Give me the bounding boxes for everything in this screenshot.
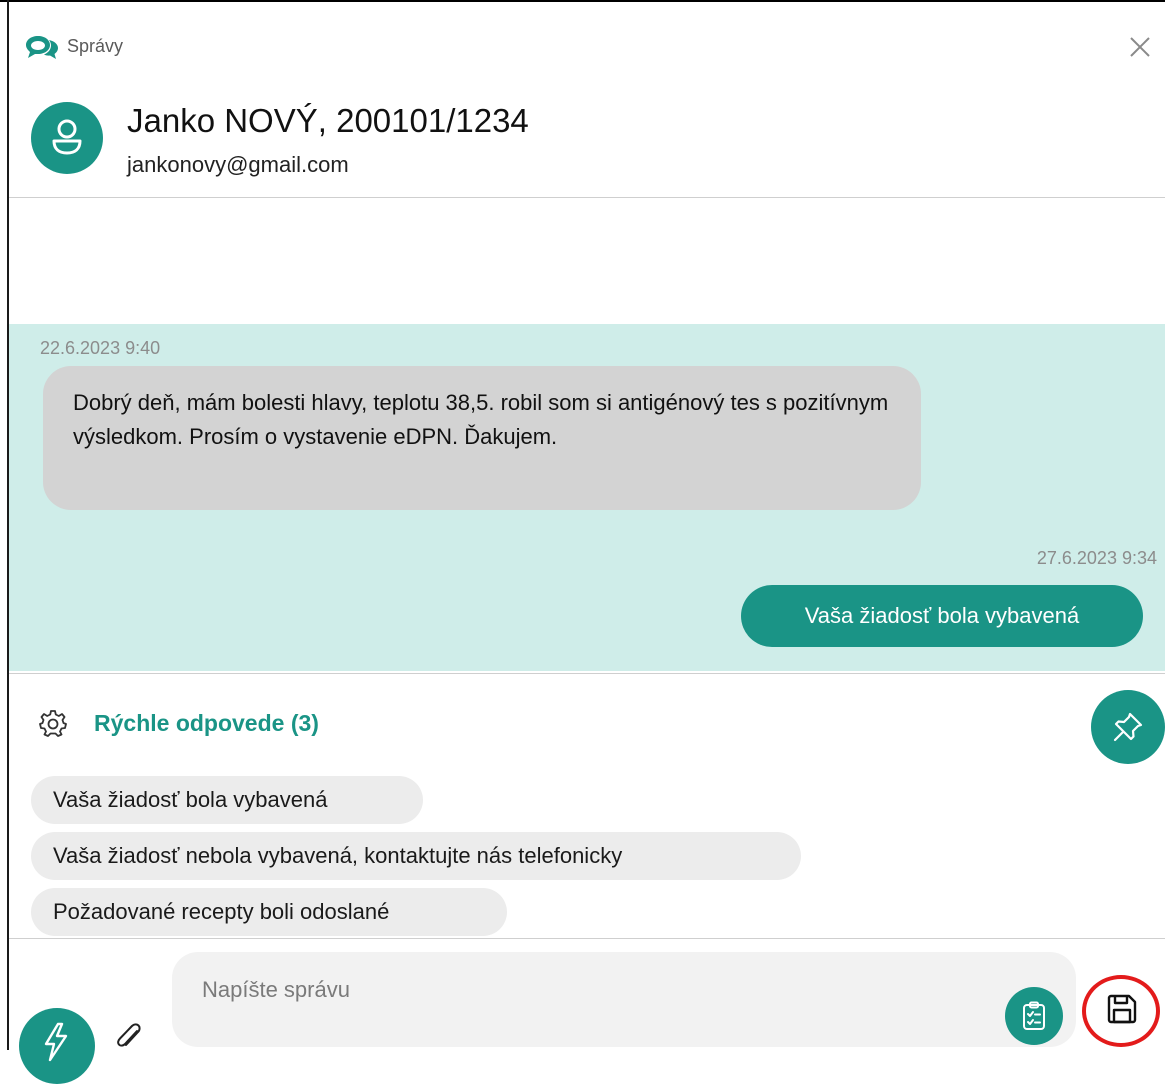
quick-reply-toggle-button[interactable] xyxy=(19,1008,95,1084)
pin-button[interactable] xyxy=(1091,690,1165,764)
floppy-disk-icon xyxy=(1107,994,1137,1024)
header-divider xyxy=(9,197,1165,198)
paperclip-icon[interactable] xyxy=(115,1022,145,1054)
patient-name: Janko NOVÝ, 200101/1234 xyxy=(127,102,529,139)
avatar xyxy=(31,102,103,174)
checklist-icon xyxy=(1023,1001,1045,1030)
person-icon xyxy=(52,119,82,155)
message-input-placeholder: Napíšte správu xyxy=(202,977,350,1002)
conversation-divider xyxy=(9,673,1165,674)
quick-reply-chip[interactable]: Požadované recepty boli odoslané xyxy=(31,888,507,936)
message-timestamp: 22.6.2023 9:40 xyxy=(40,338,161,358)
chat-bubbles-icon xyxy=(25,34,59,60)
composer-divider xyxy=(9,938,1165,939)
quick-reply-chip[interactable]: Vaša žiadosť bola vybavená xyxy=(31,776,423,824)
checklist-button[interactable] xyxy=(1005,987,1063,1045)
quick-replies-title[interactable]: Rýchle odpovede (3) xyxy=(94,710,319,737)
message-timestamp: 27.6.2023 9:34 xyxy=(1036,548,1157,568)
gear-icon[interactable] xyxy=(39,709,67,737)
save-button[interactable] xyxy=(1082,975,1164,1053)
quick-reply-chip[interactable]: Vaša žiadosť nebola vybavená, kontaktujt… xyxy=(31,832,801,880)
incoming-message-bubble: Dobrý deň, mám bolesti hlavy, teplotu 38… xyxy=(43,366,921,510)
patient-email: jankonovy@gmail.com xyxy=(127,152,349,177)
pin-icon xyxy=(1113,712,1143,742)
outgoing-message-bubble: Vaša žiadosť bola vybavená xyxy=(741,585,1143,647)
title-bar: Správy xyxy=(9,2,1165,82)
close-icon[interactable] xyxy=(1123,30,1157,64)
lightning-icon xyxy=(44,1022,68,1062)
window-title: Správy xyxy=(67,36,124,56)
messages-panel: Správy Janko NOVÝ, 200101/1234 jankonovy… xyxy=(9,2,1165,1084)
